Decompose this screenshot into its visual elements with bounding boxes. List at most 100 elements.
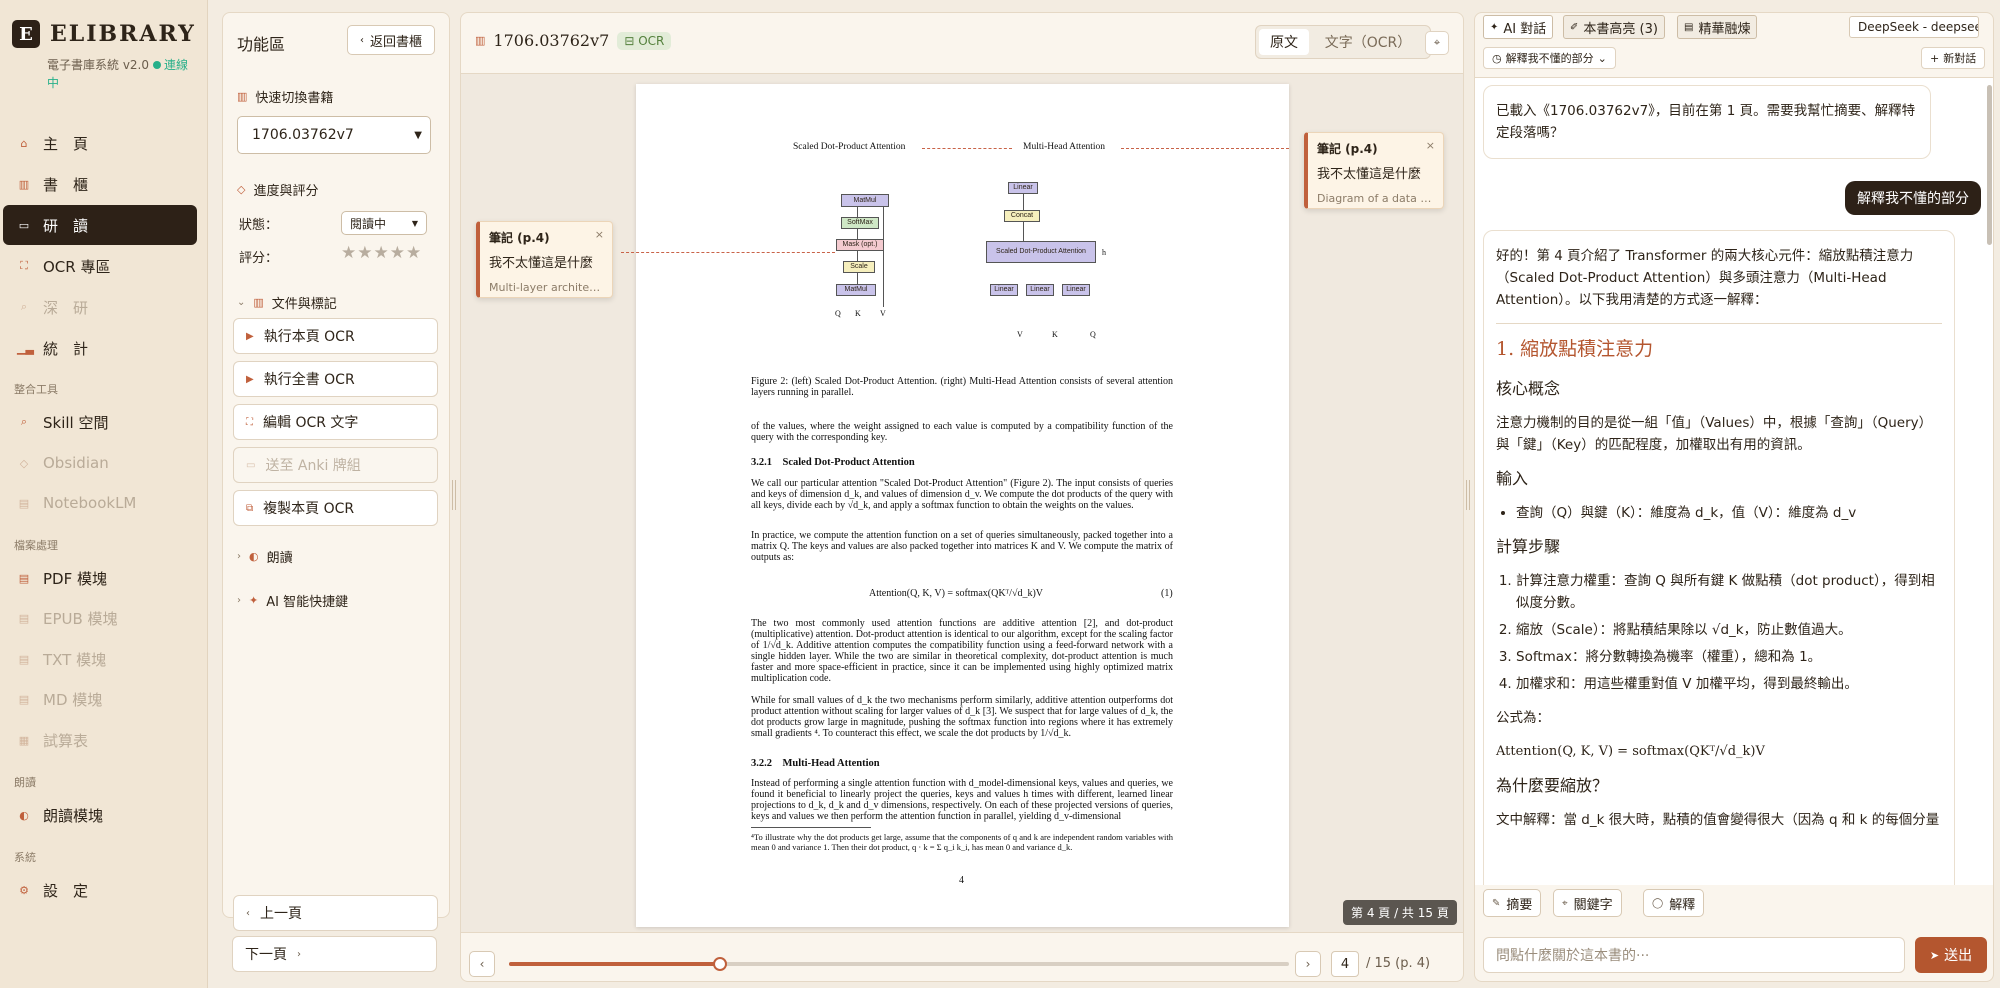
- nav-ocr[interactable]: ⛶ OCR 專區: [3, 246, 197, 286]
- quick-summary-button[interactable]: ✎ 摘要: [1483, 889, 1542, 917]
- pin-icon[interactable]: ⌖: [1425, 31, 1449, 55]
- app-subtitle: 電子書庫系統 v2.0 連線中: [47, 56, 197, 92]
- slider-handle[interactable]: [712, 957, 727, 971]
- nav-stats[interactable]: ▁▃ 統 計: [3, 328, 197, 368]
- nav-epub[interactable]: ▤ EPUB 模塊: [3, 598, 197, 638]
- nav-read-aloud[interactable]: ◐ 朗讀模塊: [3, 795, 197, 835]
- fig-box: Scale: [843, 261, 875, 273]
- nav-deep-research[interactable]: ⌕ 深 研: [3, 287, 197, 327]
- context-chip[interactable]: ◷ 解釋我不懂的部分 ⌄: [1483, 47, 1616, 69]
- tab-distill[interactable]: ▤ 精華融煉: [1677, 15, 1758, 39]
- close-icon[interactable]: ×: [1426, 139, 1435, 152]
- book-select[interactable]: 1706.03762v7 ▼: [237, 116, 431, 154]
- paragraph: Instead of performing a single attention…: [751, 778, 1173, 822]
- assistant-message: 已載入《1706.03762v7》，目前在第 1 頁。需要我幫忙摘要、解釋特定段…: [1483, 85, 1931, 159]
- nav-spreadsheet[interactable]: ▦ 試算表: [3, 720, 197, 760]
- fig-arrow: [883, 207, 884, 307]
- back-to-shelf-button[interactable]: ‹ 返回書櫃: [347, 25, 435, 55]
- nav-settings[interactable]: ⚙ 設 定: [3, 870, 197, 910]
- fig-box: MatMul: [841, 194, 889, 207]
- docs-section-toggle[interactable]: ⌄ ▥ 文件與標記: [237, 293, 337, 312]
- send-anki-button[interactable]: ▭ 送至 Anki 牌組: [233, 447, 438, 483]
- prev-page-button[interactable]: ‹ 上一頁: [233, 895, 438, 931]
- send-button[interactable]: ➤ 送出: [1915, 937, 1987, 973]
- fig-input: K: [1052, 330, 1058, 339]
- read-aloud-toggle[interactable]: › ◐ 朗讀: [237, 547, 293, 566]
- sticky-note[interactable]: 筆記 (p.4) × 我不太懂這是什麼 Diagram of a data pr…: [1304, 132, 1444, 209]
- button-label: 關鍵字: [1573, 897, 1613, 913]
- divider: [1496, 323, 1942, 324]
- quick-explain-button[interactable]: ◯ 解釋: [1643, 889, 1705, 917]
- nav-skill[interactable]: ⌕ Skill 空間: [3, 402, 197, 442]
- rating-stars[interactable]: ★★★★★: [341, 243, 422, 263]
- nav-txt[interactable]: ▤ TXT 模塊: [3, 639, 197, 679]
- fig-right-title: Multi-Head Attention: [1023, 142, 1106, 152]
- list-item: 加權求和：用這些權重對值 V 加權平均，得到最終輸出。: [1516, 673, 1942, 695]
- fig-box: Concat: [1004, 210, 1040, 222]
- nav-obsidian[interactable]: ◇ Obsidian: [3, 443, 197, 483]
- rating-label: 評分：: [239, 251, 279, 266]
- status-dot: [153, 61, 162, 69]
- fig-arrow: [1023, 222, 1024, 241]
- model-select[interactable]: DeepSeek - deepseek-chat: [1849, 16, 1979, 38]
- quick-keywords-button[interactable]: ⌖ 關鍵字: [1553, 889, 1622, 917]
- nav-label: 朗讀模塊: [43, 806, 104, 825]
- tab-highlights[interactable]: ✐ 本書高亮 (3): [1563, 15, 1665, 39]
- chat-scrollbar[interactable]: [1987, 85, 1992, 245]
- annotation-link: [621, 252, 835, 253]
- reply-list: 查詢（Q）與鍵（K）：維度為 d_k，值（V）：維度為 d_v: [1516, 502, 1942, 524]
- fig-input: V: [1017, 330, 1023, 339]
- chat-input[interactable]: 問點什麼關於這本書的···: [1483, 937, 1905, 973]
- copy-ocr-button[interactable]: ⧉ 複製本頁 OCR: [233, 490, 438, 526]
- next-page-button[interactable]: 下一頁 ›: [232, 936, 437, 972]
- slider-fill: [509, 962, 720, 966]
- new-chat-button[interactable]: + 新對話: [1921, 47, 1986, 69]
- feature-panel: 功能區 ‹ 返回書櫃 ▥ 快速切換書籍 1706.03762v7 ▼ ◇ 進度與評分 狀…: [222, 12, 450, 931]
- figure-caption: Figure 2: (left) Scaled Dot-Product Atte…: [751, 376, 1173, 398]
- nav-md[interactable]: ▤ MD 模塊: [3, 679, 197, 719]
- gear-icon: ⚙: [19, 883, 29, 897]
- resize-handle[interactable]: [452, 480, 456, 510]
- button-label: 執行本頁 OCR: [263, 329, 355, 345]
- sparkle-icon: ✦: [1490, 21, 1499, 33]
- fig-head-label: h: [1102, 248, 1106, 257]
- ocr-book-button[interactable]: ▶ 執行全書 OCR: [233, 361, 438, 397]
- nav-pdf[interactable]: ▤ PDF 模塊: [3, 558, 197, 598]
- label-text: 快速切換書籍: [255, 91, 334, 106]
- ai-shortcuts-toggle[interactable]: › ✦ AI 智能快捷鍵: [237, 591, 348, 610]
- prev-page-icon[interactable]: ‹: [469, 951, 495, 977]
- panel-title: 功能區: [237, 35, 286, 54]
- nav-label: TXT 模塊: [43, 650, 107, 669]
- nav-bookshelf[interactable]: ▥ 書 櫃: [3, 164, 197, 204]
- edit-ocr-button[interactable]: ⛶ 編輯 OCR 文字: [233, 404, 438, 440]
- skill-icon: ⌕: [20, 415, 28, 428]
- sticky-note[interactable]: 筆記 (p.4) × 我不太懂這是什麼 Multi-layer architec…: [476, 221, 613, 298]
- view-original-tab[interactable]: 原文: [1259, 29, 1309, 55]
- annotation-link: [922, 148, 1012, 149]
- section-system: 系統: [14, 851, 36, 864]
- nav-reading[interactable]: ▭ 研 讀: [3, 205, 197, 245]
- section-integrations: 整合工具: [14, 383, 58, 396]
- view-ocr-tab[interactable]: 文字（OCR）: [1309, 29, 1427, 55]
- nav-home[interactable]: ⌂ 主 頁: [3, 123, 197, 163]
- close-icon[interactable]: ×: [595, 228, 604, 241]
- status-label: 狀態：: [239, 218, 279, 233]
- footnote: ⁴To illustrate why the dot products get …: [751, 832, 1173, 852]
- next-page-icon[interactable]: ›: [1295, 951, 1321, 977]
- reading-status-select[interactable]: 閱讀中 ▼: [341, 211, 427, 235]
- epub-icon: ▤: [18, 611, 30, 625]
- nav-notebooklm[interactable]: ▤ NotebookLM: [3, 483, 197, 523]
- page-slider[interactable]: [509, 957, 1289, 971]
- reply-subheading: 為什麼要縮放？: [1496, 776, 1609, 795]
- status-value: 閱讀中: [350, 216, 387, 231]
- clock-icon: ◷: [1492, 51, 1502, 65]
- reply-formula: Attention(Q, K, V) = softmax(QKᵀ/√d_k)V: [1496, 744, 1765, 759]
- resize-handle[interactable]: [1466, 480, 1470, 510]
- tab-ai-chat[interactable]: ✦ AI 對話: [1483, 15, 1554, 39]
- page-input[interactable]: 4: [1331, 951, 1359, 977]
- fig-arrow: [857, 229, 858, 239]
- app-logo[interactable]: E ELIBRARY: [12, 20, 196, 48]
- ocr-page-button[interactable]: ▶ 執行本頁 OCR: [233, 318, 438, 354]
- view-toggle: 原文 文字（OCR）: [1255, 25, 1431, 59]
- page-number: 4: [959, 875, 964, 886]
